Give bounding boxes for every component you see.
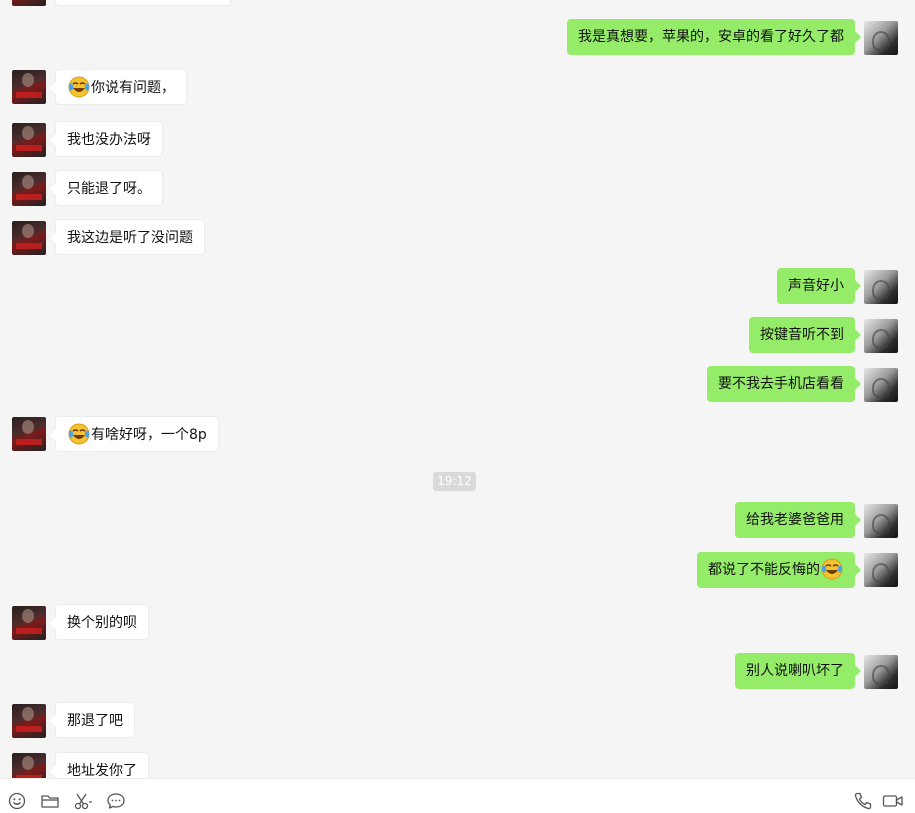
message-bubble-sent[interactable]: 给我老婆爸爸用 [735, 502, 861, 538]
message-bubble-received[interactable]: 我也没办法呀 [50, 121, 163, 157]
message-text: 我也没办法呀 [67, 132, 151, 148]
contact-avatar[interactable] [12, 417, 46, 451]
message-text: 我这边是听了没问题 [67, 230, 193, 246]
my-avatar[interactable] [864, 270, 898, 304]
contact-avatar[interactable] [12, 753, 46, 778]
my-avatar[interactable] [864, 655, 898, 689]
message-text: 都说了不能反悔的 [708, 562, 820, 578]
message-text: 只能退了呀。 [67, 181, 151, 197]
message-text: 那退了吧 [67, 713, 123, 729]
message-text: 我是真想要，苹果的，安卓的看了好久了都 [578, 29, 844, 45]
message-bubble-sent[interactable]: 声音好小 [777, 268, 861, 304]
timestamp-divider: 19:12 [433, 472, 476, 491]
face-with-tears-of-joy-icon [68, 76, 90, 98]
message-bubble-sent[interactable]: 要不我去手机店看看 [707, 366, 861, 402]
message-text: 你说有问题， [91, 80, 175, 96]
message-text: 别人说喇叭坏了 [746, 663, 844, 679]
message-bubble-received[interactable]: 我这边是听了没问题 [50, 219, 205, 255]
my-avatar[interactable] [864, 319, 898, 353]
chat-bubble-icon[interactable] [106, 791, 126, 811]
contact-avatar[interactable] [12, 172, 46, 206]
contact-avatar[interactable] [12, 70, 46, 104]
message-bubble-received[interactable]: 那退了吧 [50, 702, 135, 738]
video-call-icon[interactable] [882, 791, 903, 811]
phone-icon[interactable] [853, 791, 873, 811]
message-text: 要不我去手机店看看 [718, 376, 844, 392]
message-bubble-sent[interactable]: 都说了不能反悔的 [697, 552, 861, 588]
message-text: 地址发你了 [67, 763, 137, 778]
message-text: 按键音听不到 [760, 327, 844, 343]
message-text: 有啥好呀，一个8p [91, 427, 207, 443]
message-bubble-sent[interactable]: 按键音听不到 [749, 317, 861, 353]
my-avatar[interactable] [864, 21, 898, 55]
face-with-tears-of-joy-icon [68, 423, 90, 445]
message-bubble-received[interactable]: 换个别的呗 [50, 604, 149, 640]
scissors-icon[interactable] [73, 791, 93, 811]
contact-avatar[interactable] [12, 704, 46, 738]
my-avatar[interactable] [864, 553, 898, 587]
message-bubble-received[interactable]: 你说有问题， [50, 69, 187, 105]
emoji-icon[interactable] [7, 791, 27, 811]
message-bubble-sent[interactable]: 别人说喇叭坏了 [735, 653, 861, 689]
message-text: 给我老婆爸爸用 [746, 512, 844, 528]
message-bubble-cut-off [55, 0, 231, 6]
message-text: 换个别的呗 [67, 615, 137, 631]
message-bubble-received[interactable]: 有啥好呀，一个8p [50, 416, 219, 452]
chat-history[interactable]: 我是真想要，苹果的，安卓的看了好久了都 你说有问题， 我也没办法呀 只能退了呀。… [0, 0, 915, 778]
message-bubble-received[interactable]: 只能退了呀。 [50, 170, 163, 206]
contact-avatar[interactable] [12, 0, 46, 6]
folder-icon[interactable] [40, 791, 60, 811]
contact-avatar[interactable] [12, 123, 46, 157]
face-with-tears-of-joy-icon [821, 558, 843, 580]
my-avatar[interactable] [864, 504, 898, 538]
message-bubble-received[interactable]: 地址发你了 [50, 752, 149, 778]
my-avatar[interactable] [864, 368, 898, 402]
input-toolbar [0, 778, 915, 813]
message-bubble-sent[interactable]: 我是真想要，苹果的，安卓的看了好久了都 [567, 19, 861, 55]
contact-avatar[interactable] [12, 221, 46, 255]
message-text: 声音好小 [788, 278, 844, 294]
contact-avatar[interactable] [12, 606, 46, 640]
